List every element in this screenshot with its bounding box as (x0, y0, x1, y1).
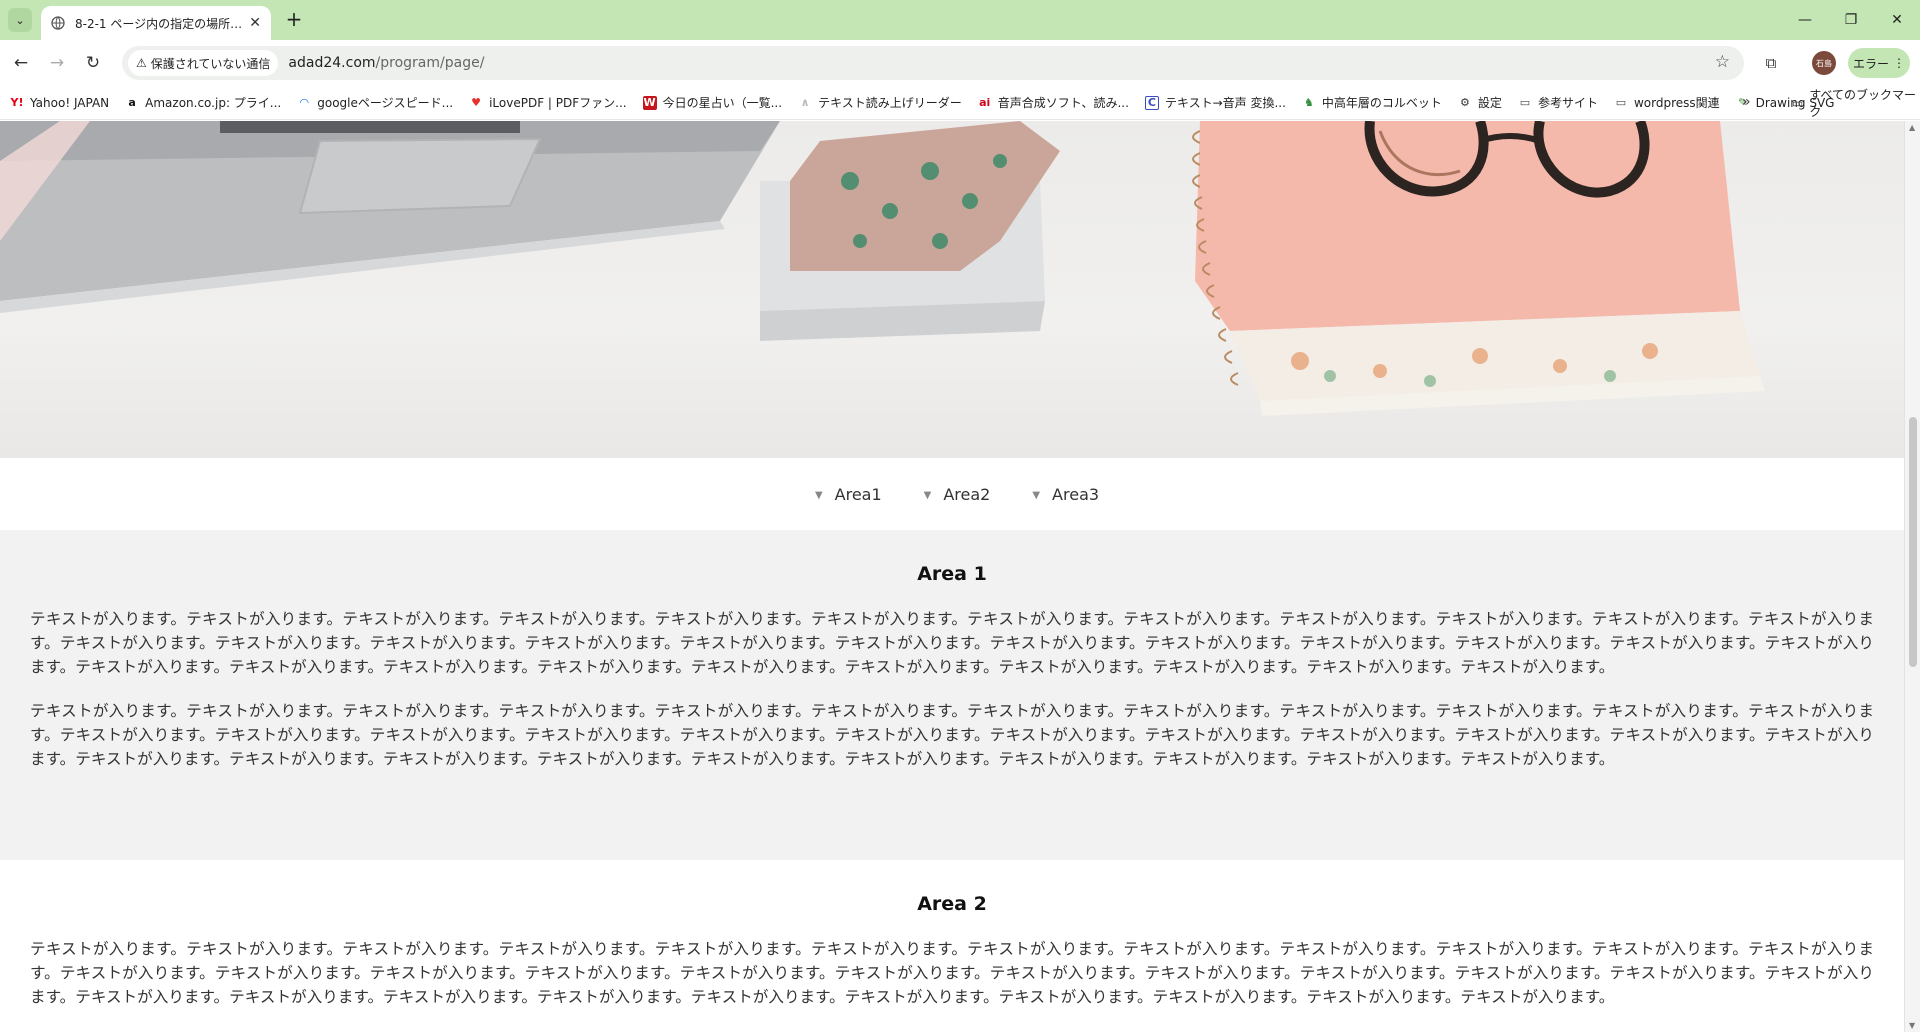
desk-photo (0, 121, 1765, 416)
triangle-down-icon: ▼ (923, 490, 932, 501)
chevron-down-icon: ⌄ (15, 13, 25, 27)
area-nav: ▼ Area1 ▼ Area2 ▼ Area3 (0, 458, 1904, 530)
bookmark-reader[interactable]: ∧ テキスト読み上げリーダー (798, 94, 962, 111)
kebab-menu-icon: ⋮ (1893, 56, 1905, 70)
bookmark-star-icon[interactable]: ☆ (1715, 52, 1730, 72)
folder-icon: ▭ (1519, 96, 1531, 109)
scroll-up-icon[interactable]: ▲ (1909, 123, 1915, 132)
restore-button[interactable]: ❐ (1828, 0, 1874, 40)
ilovepdf-icon: ♥ (471, 96, 482, 109)
bookmark-corvette[interactable]: ♞ 中高年層のコルベット (1302, 94, 1442, 111)
reload-icon: ↻ (85, 53, 101, 73)
bookmarks-bar: Y! Yahoo! JAPAN a Amazon.co.jp: プライ... ◠ go… (0, 86, 1920, 120)
area2-section: Area 2 テキストが入ります。テキストが入ります。テキストが入ります。テキス… (0, 860, 1904, 1032)
bookmark-yahoo[interactable]: Y! Yahoo! JAPAN (10, 96, 110, 110)
pagespeed-icon: ◠ (300, 96, 309, 109)
browser-toolbar: ← → ↻ ⚠ 保護されていない通信 adad24.com/program/pa… (0, 40, 1920, 86)
bookmark-ilovepdf[interactable]: ♥ iLovePDF | PDFファン... (469, 94, 626, 111)
nav-link-area1[interactable]: ▼ Area1 (815, 485, 882, 504)
nav-link-area2[interactable]: ▼ Area2 (924, 485, 991, 504)
url-host: adad24.com (288, 55, 376, 71)
back-button[interactable]: ← (8, 50, 34, 76)
area1-paragraph-2: テキストが入ります。テキストが入ります。テキストが入ります。テキストが入ります。… (30, 702, 1874, 768)
area1-section: Area 1 テキストが入ります。テキストが入ります。テキストが入ります。テキス… (0, 530, 1904, 860)
warning-icon: ⚠ (136, 56, 147, 70)
bookmark-folder-wordpress[interactable]: ▭ wordpress関連 (1614, 94, 1720, 111)
error-menu-button[interactable]: エラー ⋮ (1848, 48, 1910, 78)
hero-image (0, 121, 1904, 458)
security-label: 保護されていない通信 (150, 56, 271, 71)
tts-icon: C (1144, 95, 1159, 110)
reload-button[interactable]: ↻ (80, 50, 106, 76)
area2-heading: Area 2 (917, 893, 987, 915)
voice-icon: ai (979, 96, 991, 109)
minimize-button[interactable]: — (1782, 0, 1828, 40)
url-text[interactable]: adad24.com/program/page/ (288, 55, 484, 71)
extensions-button[interactable]: ⧉ (1758, 50, 1784, 76)
folder-icon: ▭ (1615, 96, 1627, 109)
profile-avatar[interactable]: 石島 (1812, 51, 1836, 75)
arrow-right-icon: → (49, 53, 65, 73)
page-viewport: ▼ Area1 ▼ Area2 ▼ Area3 Area 1 テキストが入ります… (0, 121, 1904, 1032)
new-tab-button[interactable]: + (282, 8, 306, 32)
reader-icon: ∧ (800, 96, 810, 109)
close-window-button[interactable]: ✕ (1874, 0, 1920, 40)
arrow-left-icon: ← (13, 53, 29, 73)
security-indicator[interactable]: ⚠ 保護されていない通信 (128, 50, 279, 76)
address-bar[interactable]: ⚠ 保護されていない通信 adad24.com/program/page/ ☆ (122, 46, 1744, 80)
scroll-down-icon[interactable]: ▼ (1909, 1021, 1915, 1030)
bookmark-tts[interactable]: C テキスト→音声 変換... (1144, 94, 1286, 111)
tab-strip: ⌄ 8-2-1 ページ内の指定の場所にス ✕ + — ❐ ✕ (0, 0, 1920, 40)
bookmark-amazon[interactable]: a Amazon.co.jp: プライ... (125, 94, 281, 111)
horoscope-icon: W (642, 95, 657, 110)
forward-button[interactable]: → (44, 50, 70, 76)
bookmark-folder-reference[interactable]: ▭ 参考サイト (1518, 94, 1598, 111)
tab-title: 8-2-1 ページ内の指定の場所にス (75, 16, 244, 31)
bookmark-settings[interactable]: ⚙ 設定 (1458, 94, 1502, 111)
globe-icon (51, 16, 65, 30)
close-tab-icon[interactable]: ✕ (249, 15, 261, 31)
folder-icon: ▭ (1792, 96, 1804, 110)
triangle-down-icon: ▼ (1032, 490, 1041, 501)
nav-link-area3[interactable]: ▼ Area3 (1032, 485, 1099, 504)
url-path: /program/page/ (375, 55, 485, 71)
more-bookmarks-icon[interactable]: » (1742, 94, 1751, 110)
area2-paragraph-1: テキストが入ります。テキストが入ります。テキストが入ります。テキストが入ります。… (30, 940, 1874, 1006)
area1-paragraph-1: テキストが入ります。テキストが入ります。テキストが入ります。テキストが入ります。… (30, 610, 1874, 676)
triangle-down-icon: ▼ (814, 490, 823, 501)
tab-search-button[interactable]: ⌄ (8, 8, 32, 32)
active-tab[interactable]: 8-2-1 ページ内の指定の場所にス ✕ (41, 6, 271, 40)
bookmark-voice[interactable]: ai 音声合成ソフト、読み... (978, 94, 1129, 111)
scrollbar-thumb[interactable] (1909, 417, 1917, 667)
area1-heading: Area 1 (917, 563, 987, 585)
yahoo-icon: Y! (10, 96, 24, 109)
bookmark-horoscope[interactable]: W 今日の星占い（一覧... (642, 94, 782, 111)
error-label: エラー (1852, 56, 1889, 71)
puzzle-icon: ⧉ (1765, 54, 1777, 72)
amazon-icon: a (128, 96, 136, 109)
bookmark-pagespeed[interactable]: ◠ googleページスピード... (297, 94, 453, 111)
all-bookmarks-button[interactable]: ▭ すべてのブックマーク (1792, 86, 1920, 120)
page-scrollbar[interactable]: ▲ ▼ (1904, 121, 1920, 1032)
corvette-icon: ♞ (1303, 96, 1314, 109)
gear-icon: ⚙ (1459, 96, 1470, 109)
